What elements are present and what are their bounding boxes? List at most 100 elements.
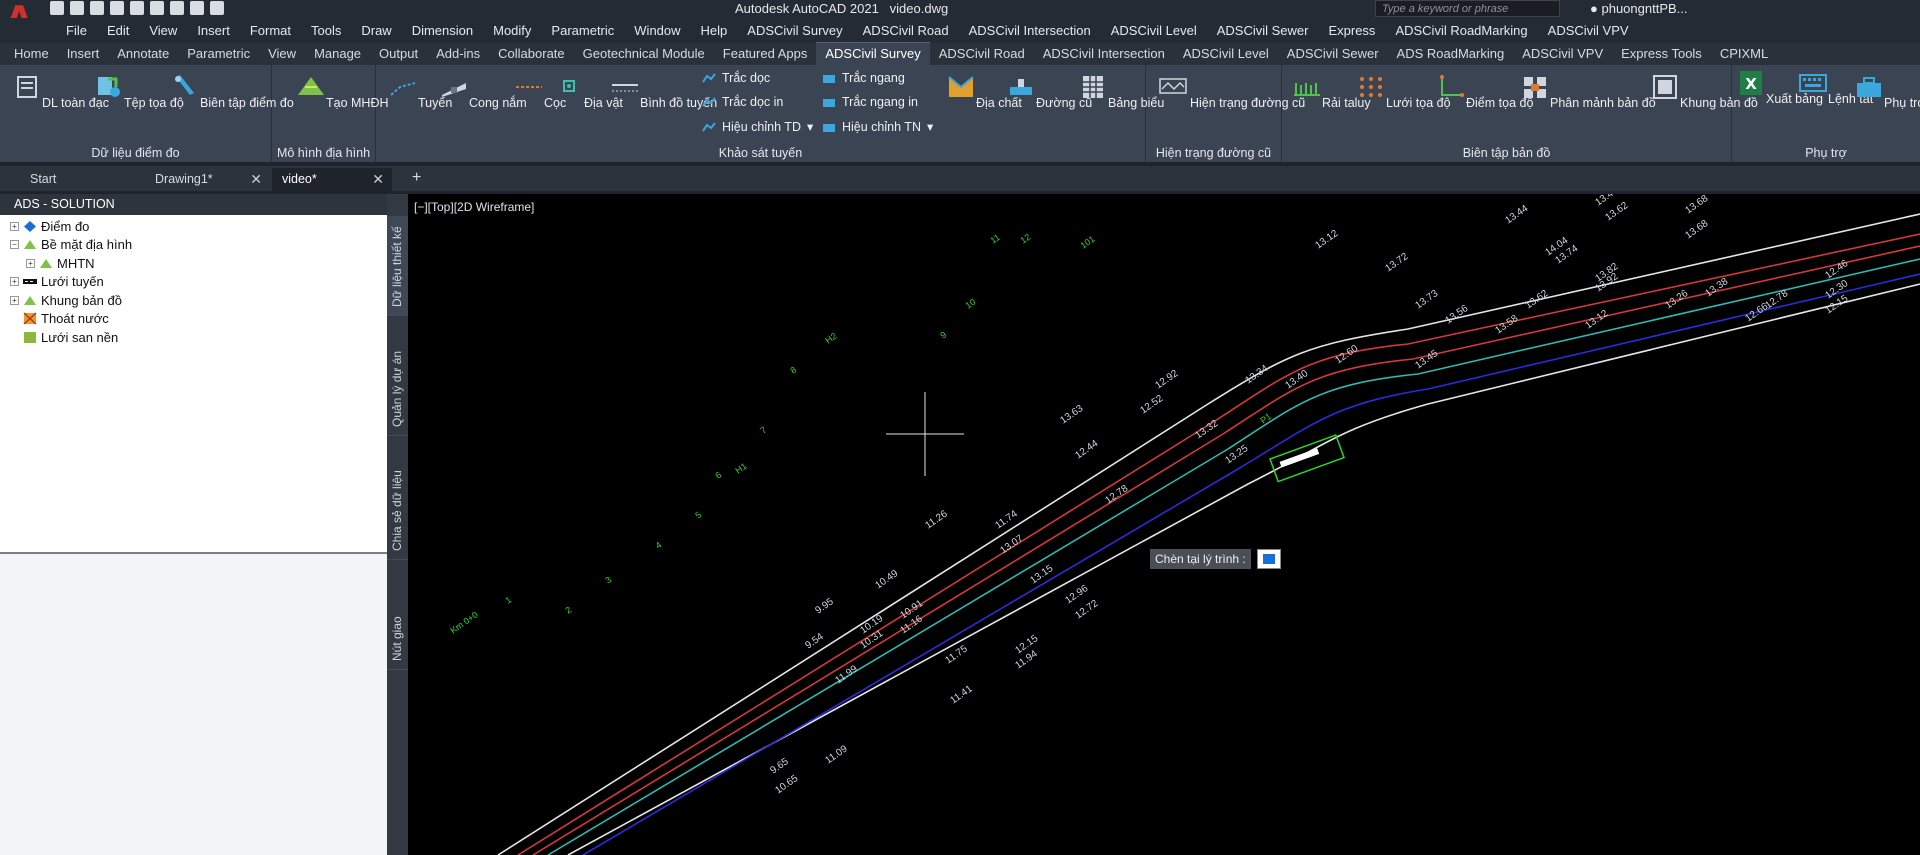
drawing-viewport[interactable]: 13.49 13.68 13.44 13.62 13.68 13.12 13.72 14.04… [408,194,1920,855]
tab-adscivil-intersection[interactable]: ADSCivil Intersection [1034,43,1174,65]
tab-adscivil-survey[interactable]: ADSCivil Survey [816,42,930,65]
stake-icon [516,86,542,88]
menu-item-dimension[interactable]: Dimension [402,23,483,38]
phu-tro-button[interactable]: Phụ trợ [1854,73,1920,110]
menu-item-window[interactable]: Window [624,23,690,38]
elevation-label: 12.44 [1073,438,1100,462]
save-icon[interactable] [90,1,104,15]
menu-item-help[interactable]: Help [691,23,738,38]
search-input[interactable]: Type a keyword or phrase [1375,0,1560,17]
doc-tab-video[interactable]: video* ✕ [272,168,392,191]
trac-doc-in-button[interactable]: Trắc dọc in [702,95,783,109]
tree-item-be-mat-dia-hinh[interactable]: − Bề mặt địa hình [10,236,377,255]
trac-doc-button[interactable]: Trắc dọc [702,71,770,85]
new-icon[interactable] [50,1,64,15]
doc-tab-drawing1[interactable]: Drawing1* ✕ [145,168,270,191]
expand-icon[interactable]: + [10,221,19,231]
tab-insert[interactable]: Insert [58,43,109,65]
menu-item-adscivil-intersection[interactable]: ADSCivil Intersection [959,23,1101,38]
tab-express-tools[interactable]: Express Tools [1612,43,1711,65]
plot-icon[interactable] [170,1,184,15]
hieu-chinh-tn-button[interactable]: Hiệu chỉnh TN ▾ [822,119,933,134]
expand-icon[interactable]: + [10,277,19,287]
tab-adscivil-level[interactable]: ADSCivil Level [1174,43,1278,65]
menu-item-adscivil-survey[interactable]: ADSCivil Survey [737,23,852,38]
menu-item-adscivil-sewer[interactable]: ADSCivil Sewer [1207,23,1319,38]
menu-item-file[interactable]: File [56,23,97,38]
expand-icon[interactable]: + [10,295,19,305]
close-icon[interactable]: ✕ [250,171,262,188]
station-label: 8 [788,365,798,376]
surface-icon [40,258,52,268]
menu-item-adscivil-vpv[interactable]: ADSCivil VPV [1538,23,1639,38]
web-save-icon[interactable] [150,1,164,15]
tab-output[interactable]: Output [370,43,427,65]
tab-parametric[interactable]: Parametric [178,43,259,65]
ribbon-tabs: Home Insert Annotate Parametric View Manage Ou… [0,42,1920,65]
prompt-input[interactable] [1256,549,1281,569]
trac-ngang-button[interactable]: Trắc ngang [822,71,905,85]
tab-collaborate[interactable]: Collaborate [489,43,574,65]
elevation-label: 13.26 [1663,288,1690,312]
menu-item-draw[interactable]: Draw [351,23,401,38]
web-open-icon[interactable] [130,1,144,15]
new-tab-button[interactable]: + [402,168,432,191]
side-tab-project-manager[interactable]: Quản lý dự án [387,316,408,436]
tab-annotate[interactable]: Annotate [108,43,178,65]
tab-adscivil-vpv[interactable]: ADSCivil VPV [1513,43,1612,65]
menu-item-format[interactable]: Format [240,23,301,38]
menu-item-edit[interactable]: Edit [97,23,139,38]
diem-toa-do-button[interactable]: Điểm tọa độ [1436,73,1533,110]
side-tab-data-share[interactable]: Chia sẻ dữ liệu [387,436,408,560]
tab-adscivil-road[interactable]: ADSCivil Road [930,43,1034,65]
tab-manage[interactable]: Manage [305,43,370,65]
collapse-icon[interactable]: − [10,240,19,250]
drawing-canvas[interactable]: 13.49 13.6813.44 13.6213.6813.1213.7214.04… [408,194,1920,855]
station-label: 3 [603,575,613,586]
expand-icon[interactable]: + [26,258,35,268]
redo-icon[interactable] [210,1,224,15]
tree-item-thoat-nuoc[interactable]: Thoát nước [10,310,377,329]
side-tab-design-data[interactable]: Dữ liệu thiết kế [387,216,408,316]
menu-item-express[interactable]: Express [1318,23,1385,38]
tab-adscivil-sewer[interactable]: ADSCivil Sewer [1278,43,1388,65]
station-label: 10 [963,297,977,311]
user-account[interactable]: ● phuongnttPB... [1590,1,1688,16]
menu-item-adscivil-roadmarking[interactable]: ADSCivil RoadMarking [1385,23,1537,38]
tree-item-diem-do[interactable]: + Điểm đo [10,217,377,236]
station-label: P1 [1258,411,1273,426]
tab-home[interactable]: Home [5,43,58,65]
phan-manh-ban-do-button[interactable]: Phân mảnh bản đồ [1520,73,1656,110]
trac-ngang-in-button[interactable]: Trắc ngang in [822,95,918,109]
tree-item-khung-ban-do[interactable]: + Khung bản đồ [10,291,377,310]
open-icon[interactable] [70,1,84,15]
menu-item-tools[interactable]: Tools [301,23,351,38]
menu-item-modify[interactable]: Modify [483,23,541,38]
menu-item-adscivil-road[interactable]: ADSCivil Road [853,23,959,38]
hieu-chinh-td-button[interactable]: Hiệu chỉnh TD ▾ [702,119,813,134]
existing-road-icon [1159,78,1187,94]
close-icon[interactable]: ✕ [372,171,384,188]
grading-grid-icon [24,331,36,343]
doc-tab-start[interactable]: Start [20,168,150,191]
tab-geotechnical-module[interactable]: Geotechnical Module [574,43,714,65]
tree-item-mhtn[interactable]: + MHTN [10,254,377,273]
menu-item-insert[interactable]: Insert [187,23,240,38]
undo-icon[interactable] [190,1,204,15]
tree-item-luoi-san-nen[interactable]: Lưới san nền [10,328,377,347]
tao-mhdh-button[interactable]: Tạo MHĐH [296,73,389,110]
save-as-icon[interactable] [110,1,124,15]
menu-item-view[interactable]: View [139,23,187,38]
viewport-label[interactable]: [−][Top][2D Wireframe] [414,200,534,214]
tab-featured-apps[interactable]: Featured Apps [714,43,817,65]
tab-ads-roadmarking[interactable]: ADS RoadMarking [1388,43,1514,65]
tab-add-ins[interactable]: Add-ins [427,43,489,65]
dynamic-input-prompt[interactable]: Chèn tại lý trình : [1150,549,1281,569]
tab-view[interactable]: View [259,43,305,65]
tree-item-luoi-tuyen[interactable]: + Lưới tuyến [10,273,377,292]
menu-item-parametric[interactable]: Parametric [541,23,624,38]
side-tab-intersection[interactable]: Nút giao [387,560,408,670]
tab-cpixml[interactable]: CPIXML [1711,43,1777,65]
menu-item-adscivil-level[interactable]: ADSCivil Level [1101,23,1207,38]
elevation-label: 11.41 [948,683,975,706]
